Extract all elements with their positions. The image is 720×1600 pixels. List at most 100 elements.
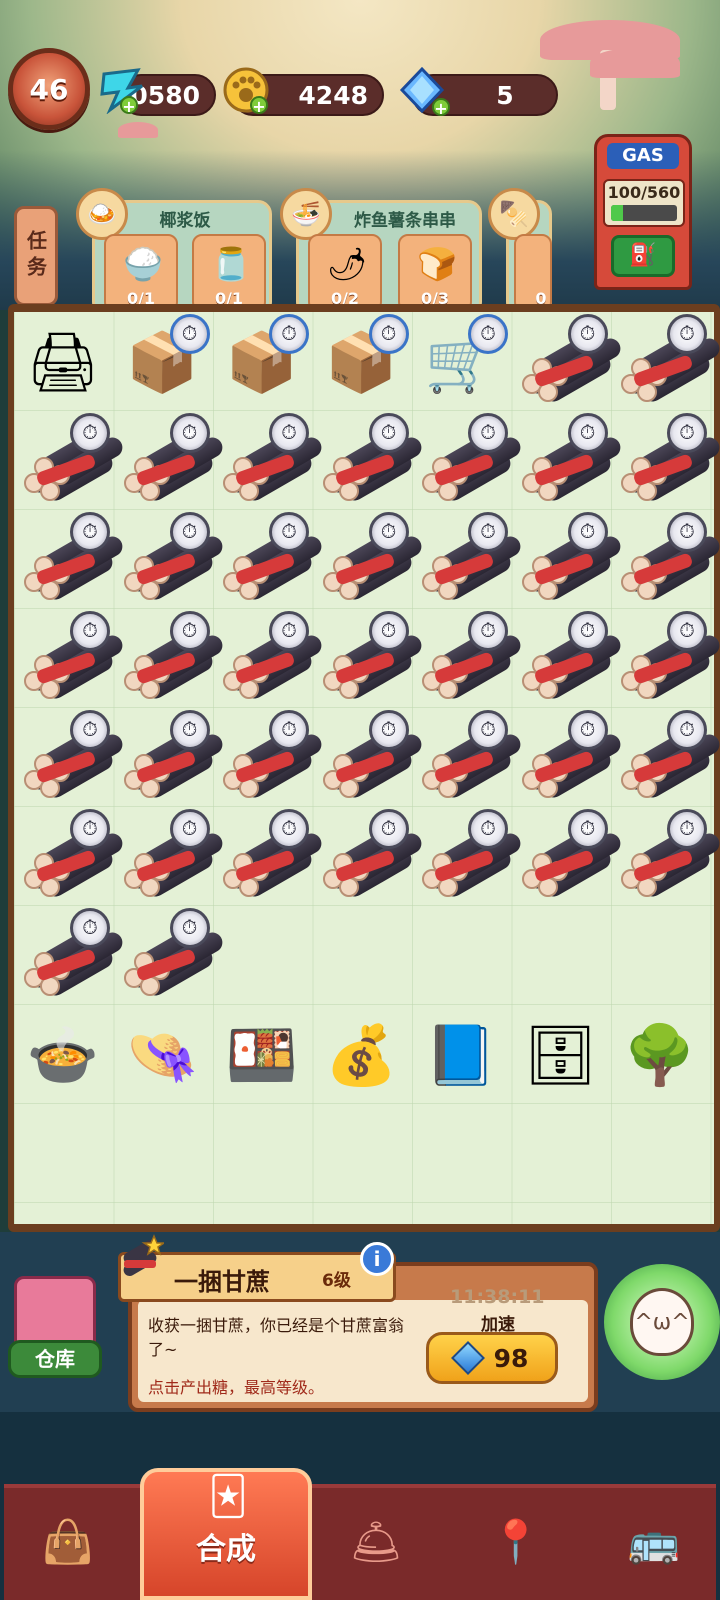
sugarcane-bundle-item[interactable]: ⏱	[14, 906, 127, 1004]
mushroom-decor	[590, 48, 680, 78]
stopwatch-icon: ⏱	[468, 512, 508, 552]
item-description: 收获一捆甘蔗，你已经是个甘蔗富翁了~	[148, 1316, 405, 1359]
lucky-cat-button[interactable]: ^ω^	[604, 1264, 720, 1380]
sugarcane-bundle-item[interactable]: ⏱	[14, 510, 127, 608]
stopwatch-icon: ⏱	[667, 809, 707, 849]
gem-icon	[450, 1341, 485, 1375]
sugarcane-bundle-item[interactable]: ⏱	[114, 708, 226, 806]
sugarcane-bundle-item[interactable]: ⏱	[14, 807, 127, 905]
stopwatch-icon: ⏱	[667, 512, 707, 552]
food-cabinet-item[interactable]: 🍱	[213, 1005, 311, 1103]
sugarcane-bundle-item[interactable]: ⏱	[114, 906, 226, 1004]
sugarcane-bundle-item[interactable]: ⏱	[213, 411, 326, 509]
treasure-chest-item[interactable]: 💰	[313, 1005, 411, 1103]
sugarcane-bundle-item[interactable]: ⏱	[213, 609, 326, 707]
board-grid: 🖨 📦 ⏱ 📦 ⏱ 📦 ⏱ 🛒 ⏱ ⏱ ⏱ ⏱ ⏱ ⏱ ⏱ ⏱ ⏱ ⏱ ⏱ ⏱ ⏱ ⏱ ⏱ ⏱ ⏱ ⏱ ⏱ ⏱ ⏱ ⏱ ⏱ ⏱ ⏱ ⏱ ⏱ ⏱ ⏱ ⏱ ⏱ ⏱…	[14, 312, 720, 1224]
straw-hat-item[interactable]: 👒	[114, 1005, 212, 1103]
sugarcane-bundle-item[interactable]: ⏱	[412, 609, 525, 707]
sugarcane-bundle-item[interactable]: ⏱	[512, 609, 624, 707]
speed-up-button[interactable]: 98	[426, 1332, 558, 1384]
sugarcane-bundle-item[interactable]: ⏱	[611, 312, 720, 410]
sugarcane-bundle-item[interactable]: ⏱	[313, 708, 425, 806]
sugarcane-bundle-item[interactable]: ⏱	[213, 510, 326, 608]
task-requirement[interactable]: 🍞 0/3	[398, 234, 472, 312]
stopwatch-icon: ⏱	[169, 908, 210, 948]
task-requirement[interactable]: 🌶 0/2	[308, 234, 382, 312]
sugarcane-bundle-item[interactable]: ⏱	[412, 510, 525, 608]
sugarcane-bundle-item[interactable]: ⏱	[114, 807, 226, 905]
sugarcane-bundle-item[interactable]: ⏱	[412, 411, 525, 509]
sugarcane-bundle-item[interactable]: ⏱	[313, 510, 425, 608]
player-level-badge[interactable]: 46	[8, 48, 90, 130]
sugarcane-bundle-item[interactable]: ⏱	[611, 510, 720, 608]
flower-tree-item[interactable]: 🌳	[611, 1005, 709, 1103]
mushroom-decor	[118, 122, 158, 138]
gas-screen: 100/560	[603, 179, 685, 227]
energy-plus-icon[interactable]: +	[120, 96, 138, 116]
sugarcane-bundle-item[interactable]: ⏱	[611, 609, 720, 707]
food-cabinet-icon: 🍱	[225, 1020, 299, 1089]
sauce-jar-icon: 🫙	[211, 245, 251, 283]
stopwatch-icon: ⏱	[169, 413, 210, 453]
sugarcane-bundle-item[interactable]: ⏱	[213, 807, 326, 905]
info-icon[interactable]: i	[360, 1242, 394, 1276]
item-level: 6级	[322, 1271, 351, 1291]
stopwatch-icon: ⏱	[70, 611, 110, 651]
sugarcane-bundle-item[interactable]: ⏱	[114, 510, 226, 608]
cloche-icon[interactable]: 🛎	[316, 1496, 436, 1588]
fuel-can-icon[interactable]: ⛽	[611, 235, 675, 277]
gas-pump[interactable]: GAS 100/560 ⛽	[594, 134, 692, 290]
stopwatch-icon: ⏱	[169, 512, 210, 552]
sugarcane-bundle-item[interactable]: ⏱	[14, 609, 127, 707]
stopwatch-icon: ⏱	[468, 314, 508, 354]
printer-icon: 🖨	[26, 327, 100, 396]
stopwatch-icon: ⏱	[269, 512, 309, 552]
drone-box-item[interactable]: 📦 ⏱	[313, 312, 411, 410]
sugarcane-bundle-item[interactable]: ⏱	[313, 807, 425, 905]
hotpot-stove-item[interactable]: 🍲	[14, 1005, 112, 1103]
drone-box-item[interactable]: 📦 ⏱	[213, 312, 311, 410]
warehouse-button[interactable]: 仓库	[8, 1276, 102, 1380]
spell-book-item[interactable]: 📘	[412, 1005, 510, 1103]
sugarcane-bundle-item[interactable]: ⏱	[14, 708, 127, 806]
sugarcane-bundle-item[interactable]: ⏱	[114, 411, 226, 509]
task-requirement[interactable]: 🍚 0/1	[104, 234, 178, 312]
task-tab[interactable]: 任务	[14, 206, 58, 306]
sugarcane-bundle-item[interactable]: ⏱	[313, 411, 425, 509]
sugarcane-bundle-item[interactable]: ⏱	[313, 609, 425, 707]
stopwatch-icon: ⏱	[269, 314, 309, 354]
lucky-cat-icon: ^ω^	[630, 1288, 694, 1356]
sugarcane-bundle-item[interactable]: ⏱	[611, 807, 720, 905]
sugarcane-bundle-item[interactable]: ⏱	[512, 807, 624, 905]
sugarcane-bundle-item[interactable]: ⏱	[412, 807, 525, 905]
sugarcane-bundle-item[interactable]: ⏱	[611, 411, 720, 509]
gem-plus-icon[interactable]: +	[432, 98, 450, 118]
sugarcane-bundle-item[interactable]: ⏱	[213, 708, 326, 806]
task-requirement[interactable]: 0	[514, 234, 552, 312]
stopwatch-icon: ⏱	[169, 710, 210, 750]
sugarcane-bundle-item[interactable]: ⏱	[512, 708, 624, 806]
spell-book-icon: 📘	[424, 1020, 498, 1089]
stopwatch-icon: ⏱	[269, 809, 309, 849]
sugarcane-bundle-item[interactable]: ⏱	[412, 708, 525, 806]
skewer-icon: 🍢	[488, 188, 540, 240]
sugarcane-bundle-item[interactable]: ⏱	[512, 411, 624, 509]
bag-icon[interactable]: 👜	[8, 1496, 128, 1588]
stopwatch-icon: ⏱	[667, 413, 707, 453]
printer-item[interactable]: 🖨	[14, 312, 112, 410]
sugarcane-bundle-item[interactable]: ⏱	[611, 708, 720, 806]
bus-icon[interactable]: 🚌	[594, 1496, 714, 1588]
paw-plus-icon[interactable]: +	[250, 96, 268, 116]
sugarcane-bundle-item[interactable]: ⏱	[512, 510, 624, 608]
player-level: 46	[29, 72, 69, 106]
sugarcane-bundle-item[interactable]: ⏱	[114, 609, 226, 707]
stopwatch-icon: ⏱	[368, 809, 409, 849]
vending-fridge-item[interactable]: 🗄	[512, 1005, 610, 1103]
hand-truck-item[interactable]: 🛒 ⏱	[412, 312, 510, 410]
stopwatch-icon: ⏱	[567, 512, 608, 552]
drone-box-item[interactable]: 📦 ⏱	[114, 312, 212, 410]
sugarcane-bundle-item[interactable]: ⏱	[512, 312, 624, 410]
task-requirement[interactable]: 🫙 0/1	[192, 234, 266, 312]
sugarcane-bundle-item[interactable]: ⏱	[14, 411, 127, 509]
map-pin-icon[interactable]: 📍	[456, 1496, 576, 1588]
